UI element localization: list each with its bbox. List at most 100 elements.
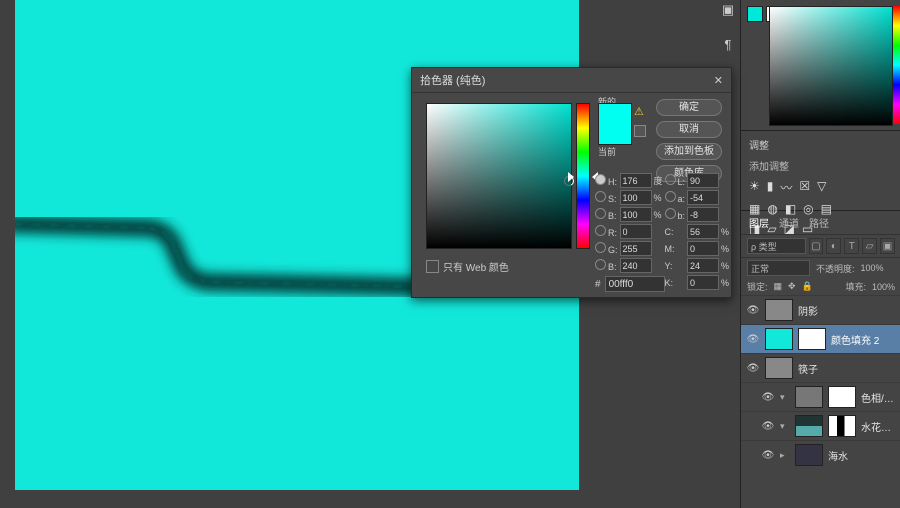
layer-thumb xyxy=(795,444,823,466)
preview-current xyxy=(599,124,631,144)
filter-text-icon[interactable]: T xyxy=(844,238,859,254)
visibility-toggle[interactable]: 👁 xyxy=(746,334,760,345)
layer-thumb xyxy=(765,328,793,350)
layer-filter-bar: ρ 类型 ▢ ◐ T ▱ ▣ xyxy=(741,235,900,258)
layer-list: 👁 阴影 👁 颜色填充 2 👁 筷子 👁 ▾ xyxy=(741,295,900,508)
dialog-title: 拾色器 (纯色) xyxy=(420,72,485,88)
a-input[interactable] xyxy=(687,190,719,205)
layer-name[interactable]: 颜色填充 2 xyxy=(831,332,896,347)
visibility-toggle[interactable]: 👁 xyxy=(761,421,775,432)
s-input[interactable] xyxy=(620,190,652,205)
layer-mask-thumb xyxy=(828,386,856,408)
k-input[interactable] xyxy=(687,275,719,290)
preview-new xyxy=(599,104,631,124)
hue-slider[interactable] xyxy=(576,103,590,249)
filter-pixel-icon[interactable]: ▢ xyxy=(809,238,824,254)
color-panel xyxy=(741,0,900,131)
layer-shadow[interactable]: 👁 阴影 xyxy=(741,295,900,324)
c-input[interactable] xyxy=(687,224,719,239)
layer-name[interactable]: 水花… xyxy=(861,419,896,434)
brightness-icon[interactable]: ☀ xyxy=(749,179,760,196)
fill-label: 填充: xyxy=(845,280,866,293)
adjustments-panel: 调整 添加调整 ☀ ▮ 〰 ☒ ▽ ▦ ◍ ◧ ◎ ▤ ◨ ▱ ◪ ▭ xyxy=(741,131,900,211)
web-safe-icon[interactable] xyxy=(634,125,646,137)
adjust-tab[interactable]: 调整 xyxy=(749,141,769,152)
layer-thumb xyxy=(765,299,793,321)
layer-mask-thumb xyxy=(798,328,826,350)
m-input[interactable] xyxy=(687,241,719,256)
filter-smart-icon[interactable]: ▣ xyxy=(880,238,895,254)
b-hsb-input[interactable] xyxy=(620,207,652,222)
layer-splash[interactable]: 👁 ▾ 水花… xyxy=(741,411,900,440)
hue-strip[interactable] xyxy=(893,6,900,124)
right-panels: 调整 添加调整 ☀ ▮ 〰 ☒ ▽ ▦ ◍ ◧ ◎ ▤ ◨ ▱ ◪ ▭ xyxy=(740,0,900,508)
add-to-swatches-button[interactable]: 添加到色板 xyxy=(656,143,722,160)
color-picker-dialog: 拾色器 (纯色) ✕ 新的 当前 ⚠ 确定 取消 添加到色板 颜色库 xyxy=(411,67,732,298)
visibility-toggle[interactable]: 👁 xyxy=(761,450,775,461)
web-only-label: 只有 Web 颜色 xyxy=(443,259,509,274)
layer-color-fill-2[interactable]: 👁 颜色填充 2 xyxy=(741,324,900,353)
layer-thumb xyxy=(795,415,823,437)
vibrance-icon[interactable]: ▽ xyxy=(817,179,826,196)
layer-name[interactable]: 海水 xyxy=(828,448,896,463)
tab-paths[interactable]: 路径 xyxy=(809,215,829,230)
close-icon[interactable]: ✕ xyxy=(714,74,723,87)
tab-channels[interactable]: 通道 xyxy=(779,215,799,230)
b-lab-input[interactable] xyxy=(687,207,719,222)
lock-pixels-icon[interactable]: ▦ xyxy=(774,281,783,292)
h-input[interactable] xyxy=(620,173,652,188)
hex-input[interactable] xyxy=(605,276,665,292)
layer-thumb xyxy=(765,357,793,379)
blend-mode-select[interactable]: 正常 xyxy=(747,260,810,276)
exposure-icon[interactable]: ☒ xyxy=(799,179,810,196)
levels-icon[interactable]: ▮ xyxy=(767,179,774,196)
color-field[interactable] xyxy=(426,103,572,249)
l-input[interactable] xyxy=(687,173,719,188)
filter-shape-icon[interactable]: ▱ xyxy=(862,238,877,254)
paragraph-panel-icon[interactable]: ¶ xyxy=(718,34,738,54)
visibility-toggle[interactable]: 👁 xyxy=(746,305,760,316)
ok-button[interactable]: 确定 xyxy=(656,99,722,116)
opacity-label: 不透明度: xyxy=(816,262,855,275)
group-chevron[interactable]: ▸ xyxy=(780,450,790,461)
web-only-checkbox[interactable] xyxy=(426,260,439,273)
layer-name[interactable]: 筷子 xyxy=(798,361,896,376)
cancel-button[interactable]: 取消 xyxy=(656,121,722,138)
layers-panel: 图层 通道 路径 ρ 类型 ▢ ◐ T ▱ ▣ 正常 不透明度: 100% 锁定… xyxy=(741,211,900,508)
tab-layers[interactable]: 图层 xyxy=(749,215,769,230)
visibility-toggle[interactable]: 👁 xyxy=(746,363,760,374)
color-values: H: 度 L: S: % a: B: % b: R: xyxy=(595,173,725,290)
hex-label: # xyxy=(595,279,601,290)
lock-all-icon[interactable]: 🔒 xyxy=(802,281,813,292)
layer-chopsticks[interactable]: 👁 筷子 xyxy=(741,353,900,382)
g-input[interactable] xyxy=(620,241,652,256)
adjust-thumb xyxy=(795,386,823,408)
r-input[interactable] xyxy=(620,224,652,239)
photoshop-window: 思缘设计论坛 MISSYUAN.COM ▣ ¶ A 调整 添加调整 xyxy=(0,0,900,508)
layer-seawater[interactable]: 👁 ▸ 海水 xyxy=(741,440,900,469)
curves-icon[interactable]: 〰 xyxy=(780,179,792,196)
fill-value[interactable]: 100% xyxy=(872,282,895,292)
layer-name[interactable]: 色相/饱和度 2 xyxy=(861,390,896,405)
b-rgb-input[interactable] xyxy=(620,258,652,273)
opacity-value[interactable]: 100% xyxy=(861,263,884,273)
group-chevron[interactable]: ▾ xyxy=(780,392,790,403)
history-panel-icon[interactable]: ▣ xyxy=(718,0,738,20)
adjust-icons-row1: ☀ ▮ 〰 ☒ ▽ xyxy=(749,179,893,196)
y-input[interactable] xyxy=(687,258,719,273)
layer-kind-select[interactable]: ρ 类型 xyxy=(747,238,806,254)
group-chevron[interactable]: ▾ xyxy=(780,421,790,432)
out-of-gamut-icon[interactable]: ⚠ xyxy=(634,105,644,118)
layer-name[interactable]: 阴影 xyxy=(798,303,896,318)
lock-label: 锁定: xyxy=(747,280,768,293)
lock-position-icon[interactable]: ✥ xyxy=(788,281,796,292)
hue-handle[interactable] xyxy=(574,172,592,186)
layer-mask-thumb xyxy=(828,415,856,437)
color-spectrum[interactable] xyxy=(769,6,893,126)
adjust-subtitle: 添加调整 xyxy=(749,158,893,173)
filter-adjust-icon[interactable]: ◐ xyxy=(826,238,841,254)
current-label: 当前 xyxy=(598,145,616,158)
visibility-toggle[interactable]: 👁 xyxy=(761,392,775,403)
layer-hue-sat-2[interactable]: 👁 ▾ 色相/饱和度 2 xyxy=(741,382,900,411)
color-preview xyxy=(598,103,632,145)
